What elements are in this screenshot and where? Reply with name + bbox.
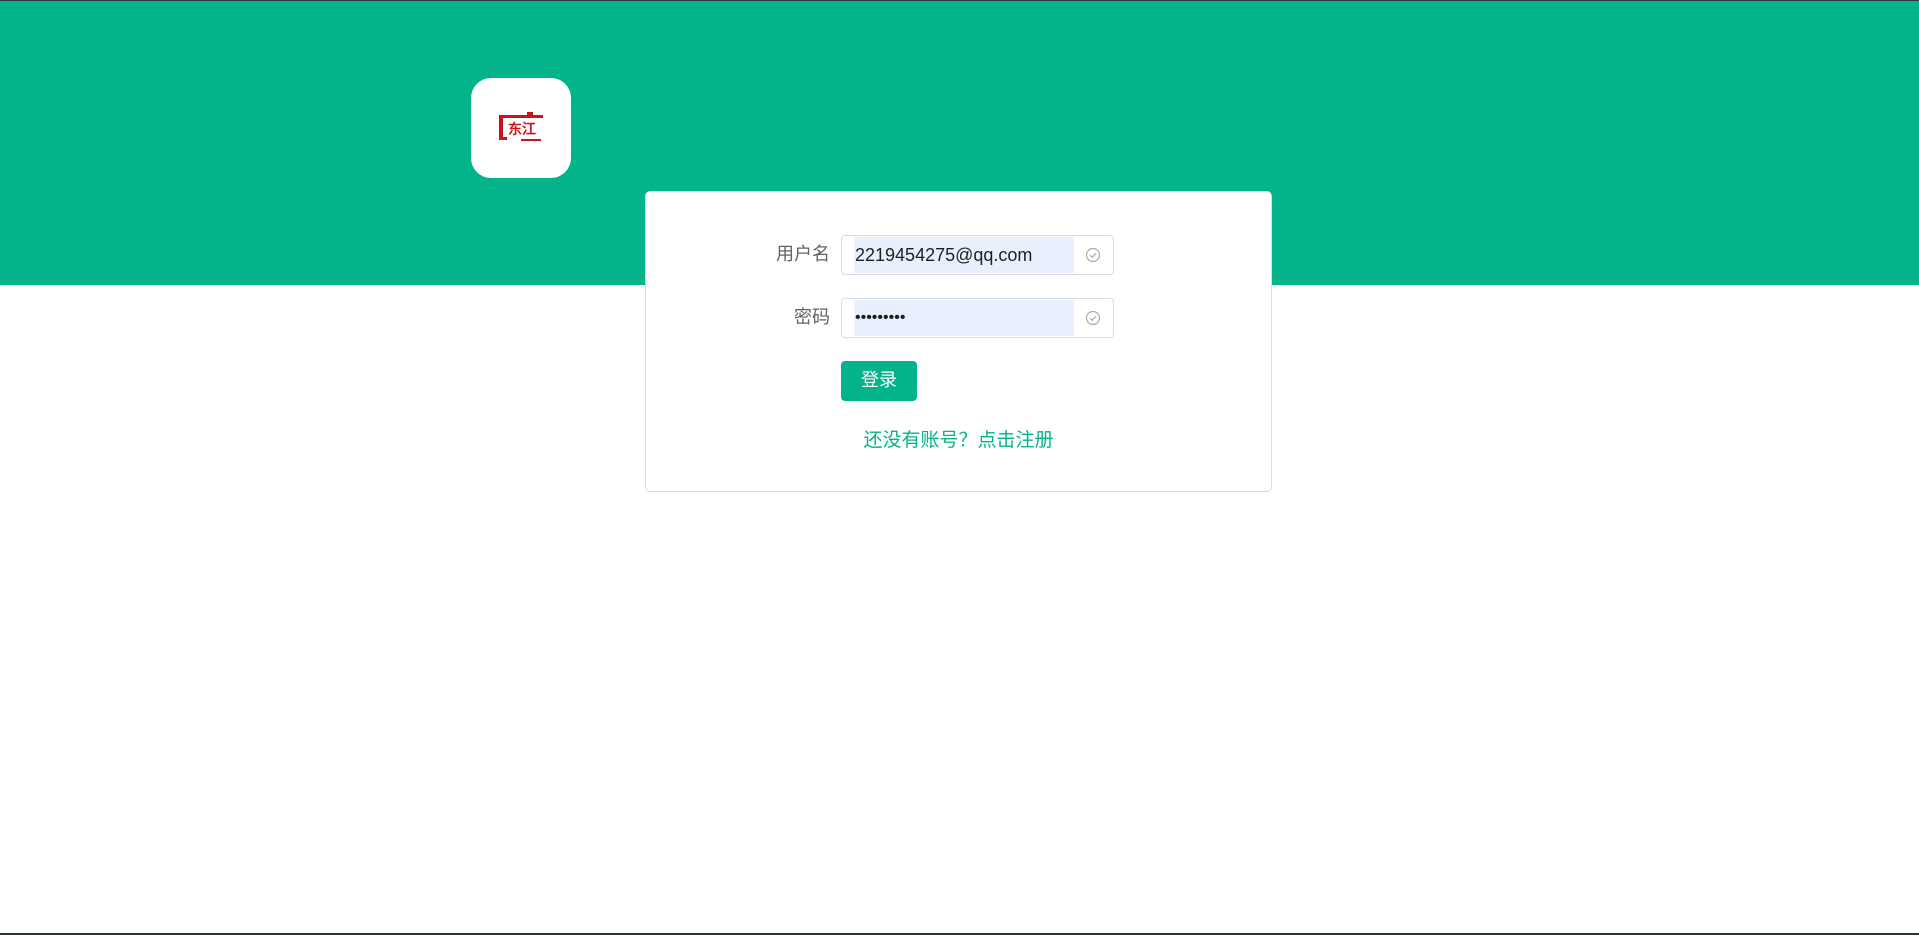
username-value[interactable]: 2219454275@qq.com [855,236,1032,274]
password-input[interactable]: ••••••••• [841,298,1114,338]
logo-text: 东江 [508,121,536,138]
password-label: 密码 [794,307,830,328]
username-input[interactable]: 2219454275@qq.com [841,235,1114,275]
username-label: 用户名 [776,244,830,265]
login-page: 东江 用户名 2219454275@qq.com 密码 ••••••••• 登录… [0,0,1919,935]
login-button[interactable]: 登录 [841,361,917,401]
password-row: 密码 ••••••••• [646,298,1271,338]
circle-check-icon [1085,310,1101,326]
circle-check-icon [1085,247,1101,263]
password-value[interactable]: ••••••••• [855,299,905,337]
register-link-text[interactable]: 还没有账号？点击注册 [863,429,1053,451]
logo-container: 东江 [471,78,571,178]
username-row: 用户名 2219454275@qq.com [646,235,1271,275]
dongjiang-logo-icon: 东江 [499,112,543,141]
register-link[interactable]: 还没有账号？点击注册 [646,425,1271,452]
login-card: 用户名 2219454275@qq.com 密码 ••••••••• 登录 还没… [645,191,1272,492]
